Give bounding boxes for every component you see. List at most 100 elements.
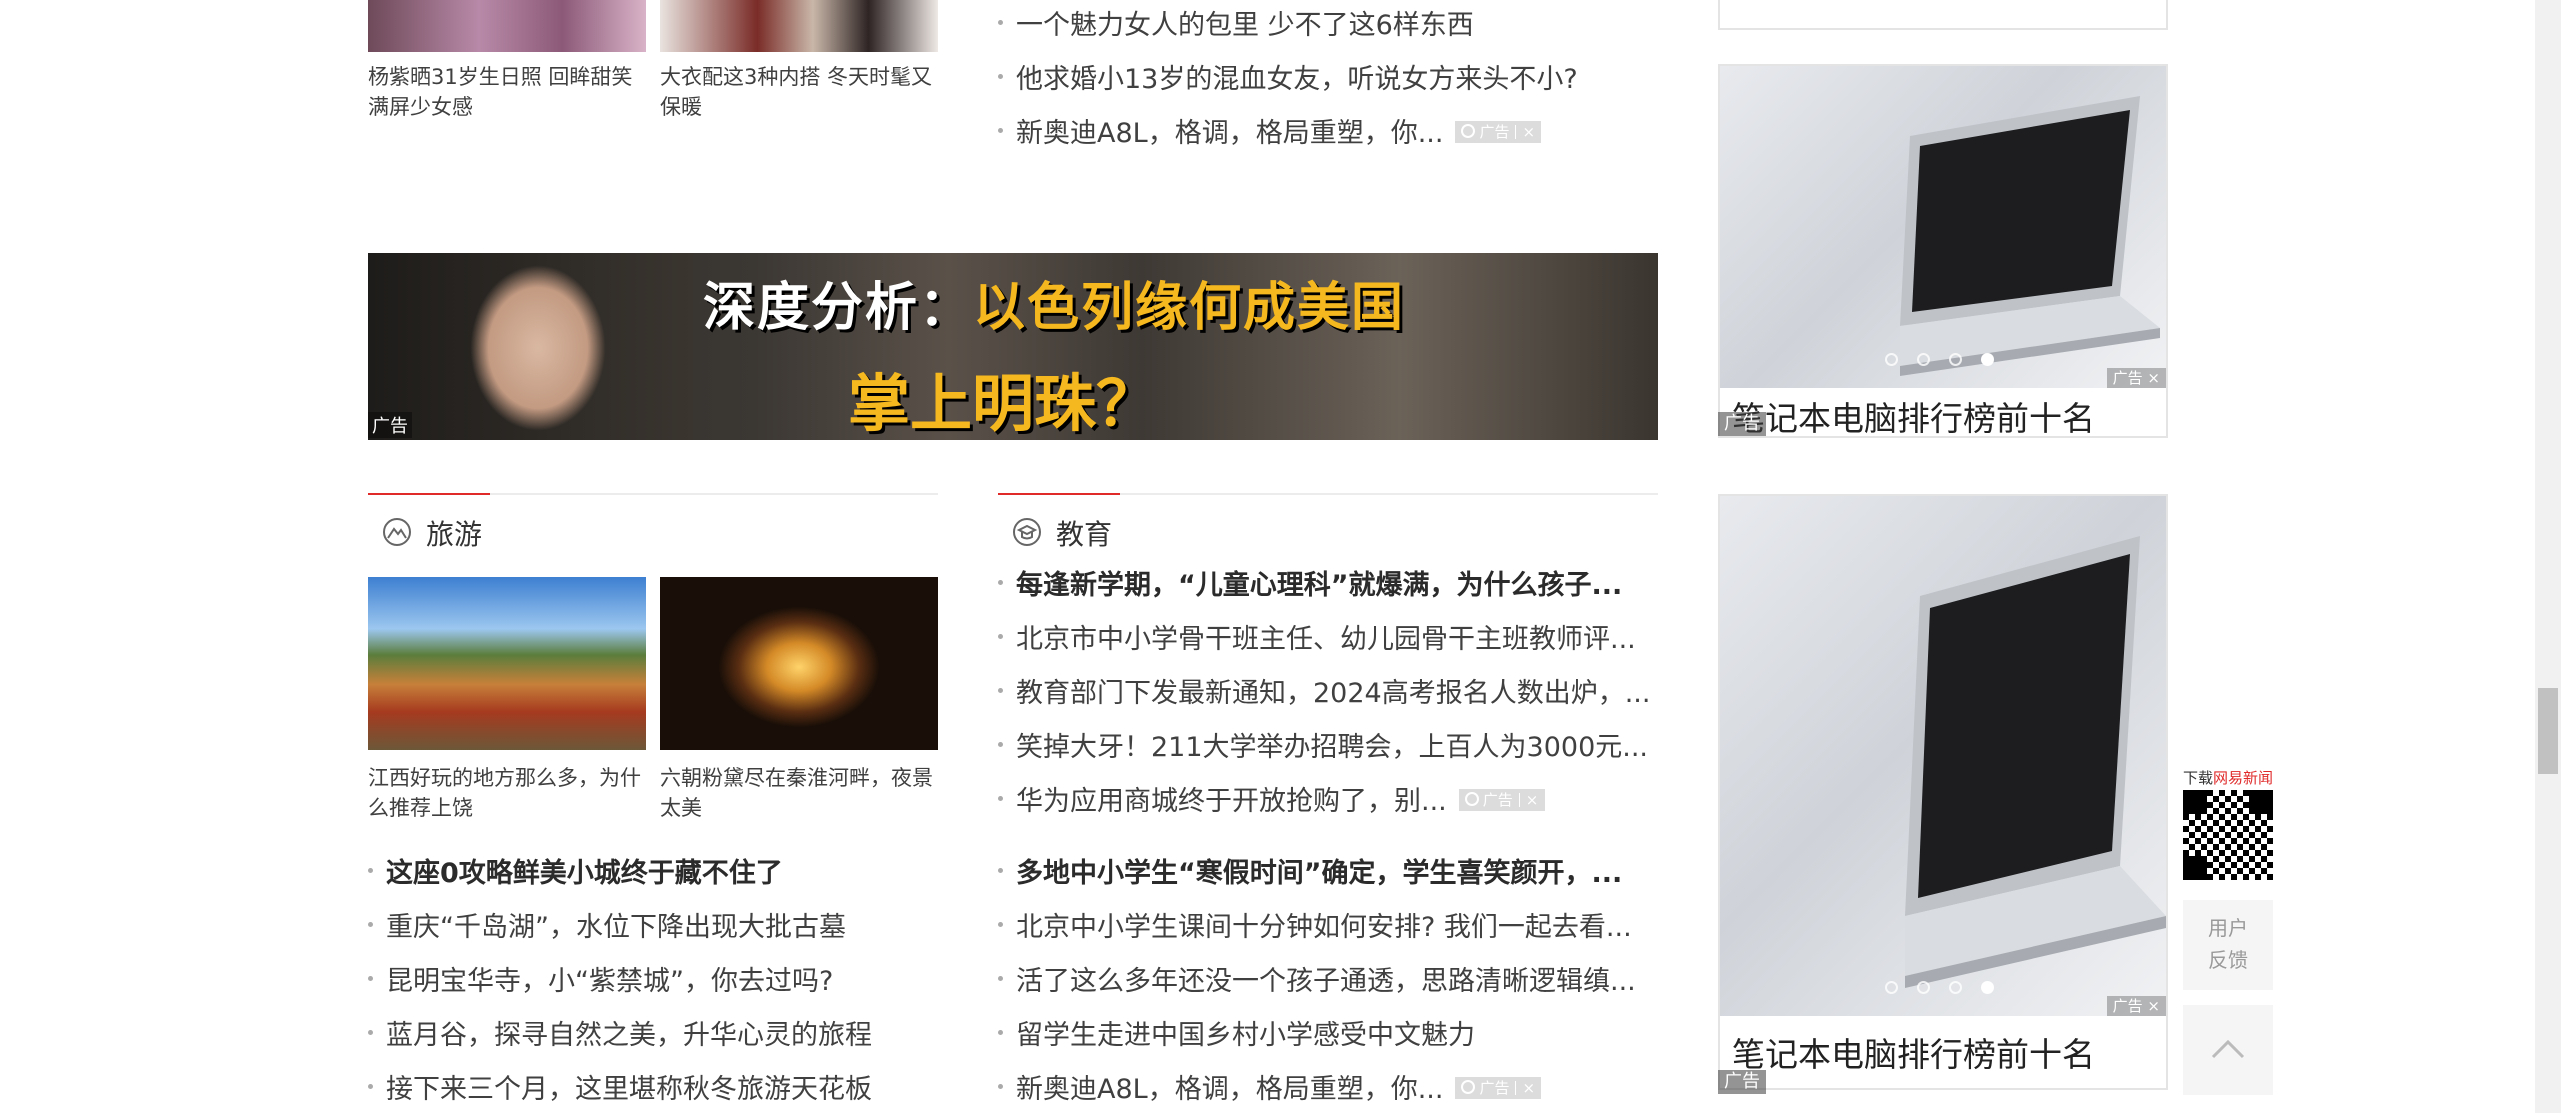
qr-code [2183,790,2273,880]
ad-badge[interactable]: 广告 × [1458,788,1545,811]
list-item-text: 留学生走进中国乡村小学感受中文魅力 [1016,1020,1475,1051]
slider-dot[interactable] [1917,981,1930,994]
ad-badge-label: 广告 [1479,122,1510,141]
list-item[interactable]: 这座0攻略鲜美小城终于藏不住了 [368,854,783,894]
back-to-top-button[interactable] [2183,1005,2273,1095]
slider-dot-active[interactable] [1981,353,1994,366]
list-item-text: 重庆“千岛湖”，水位下降出现大批古墓 [386,912,846,943]
list-item-text: 教育部门下发最新通知，2024高考报名人数出炉，... [1016,678,1651,709]
slider-dot[interactable] [1885,981,1898,994]
scrollbar-track[interactable] [2535,0,2561,1113]
list-item[interactable]: 接下来三个月，这里堪称秋冬旅游天花板 [368,1070,872,1110]
list-item[interactable]: 教育部门下发最新通知，2024高考报名人数出炉，... [998,674,1650,714]
slider-dots[interactable] [1885,351,2013,370]
list-item-text: 北京中小学生课间十分钟如何安排? 我们一起去看... [1016,912,1632,943]
card-ad-label: 广告 [1718,412,1766,436]
feedback-line-2: 反馈 [2208,948,2248,972]
ad-badge-divider [1515,1081,1517,1095]
close-icon[interactable]: × [1522,1079,1535,1097]
card-title[interactable]: 笔记本电脑排行榜前十名 [1732,392,2095,440]
banner-subline: 掌上明珠？ [848,367,1159,440]
education-section-header: 教育 [998,493,1658,551]
slider-dot[interactable] [1949,353,1962,366]
scrollbar-thumb[interactable] [2538,688,2558,774]
travel-thumb-1[interactable] [368,577,646,750]
qr-label: 下载网易新闻 [2183,768,2275,788]
qr-label-brand: 网易新闻 [2213,769,2274,787]
fashion-caption-2[interactable]: 大衣配这3种内搭 冬天时髦又保暖 [660,62,938,122]
banner-portrait [368,253,693,440]
bullet [368,922,373,927]
list-item[interactable]: 北京中小学生课间十分钟如何安排? 我们一起去看... [998,908,1632,948]
fashion-caption-1[interactable]: 杨紫晒31岁生日照 回眸甜笑满屏少女感 [368,62,646,122]
ad-badge-divider [1518,793,1520,807]
travel-caption-1[interactable]: 江西好玩的地方那么多，为什么推荐上饶 [368,763,646,823]
app-download-qr[interactable]: 下载网易新闻 [2183,768,2275,880]
bullet [998,688,1003,693]
fashion-thumb-2[interactable] [660,0,938,52]
slider-dot[interactable] [1949,981,1962,994]
list-item-text: 新奥迪A8L，格调，格局重塑，你... [1016,118,1444,149]
list-item[interactable]: 多地中小学生“寒假时间”确定，学生喜笑颜开，... [998,854,1622,894]
sidebar-ad-card-2[interactable]: 广告 × 笔记本电脑排行榜前十名 广告 [1718,494,2168,1094]
bullet [998,1030,1003,1035]
list-item[interactable]: 他求婚小13岁的混血女友，听说女方来头不小? [998,60,1578,100]
list-item-text: 蓝月谷，探寻自然之美，升华心灵的旅程 [386,1020,872,1051]
ad-info-icon [1464,792,1479,806]
travel-caption-2[interactable]: 六朝粉黛尽在秦淮河畔，夜景太美 [660,763,938,823]
ad-badge-label: 广告 [1479,1078,1510,1097]
section-title[interactable]: 教育 [1056,513,1112,553]
list-item-text: 华为应用商城终于开放抢购了，别... [1016,786,1447,817]
list-item[interactable]: 昆明宝华寺，小“紫禁城”，你去过吗? [368,962,833,1002]
bullet [998,74,1003,79]
card-ad-badge[interactable]: 广告 × [2106,996,2166,1016]
sidebar-ad-card-1[interactable]: 广告 × 笔记本电脑排行榜前十名 广告 [1718,64,2168,438]
qr-label-prefix: 下载 [2183,769,2214,787]
bullet [998,580,1003,585]
ad-badge[interactable]: 广告 × [1455,120,1542,143]
list-item[interactable]: 北京市中小学骨干班主任、幼儿园骨干主班教师评... [998,620,1636,660]
section-title[interactable]: 旅游 [426,513,482,553]
list-item-ad[interactable]: 华为应用商城终于开放抢购了，别... 广告 × [998,782,1545,822]
list-item-text: 活了这么多年还没一个孩子通透，思路清晰逻辑缜... [1016,966,1636,997]
list-item[interactable]: 重庆“千岛湖”，水位下降出现大批古墓 [368,908,846,948]
list-item[interactable]: 活了这么多年还没一个孩子通透，思路清晰逻辑缜... [998,962,1636,1002]
slider-dot[interactable] [1885,353,1898,366]
close-icon[interactable]: × [1526,791,1539,809]
fashion-thumb-1[interactable] [368,0,646,52]
bullet [998,796,1003,801]
bullet [368,976,373,981]
bullet [998,128,1003,133]
travel-thumb-2[interactable] [660,577,938,750]
banner-ad[interactable]: 深度分析：以色列缘何成美国 掌上明珠？ 广告 [368,253,1658,440]
list-item[interactable]: 一个魅力女人的包里 少不了这6样东西 [998,6,1474,46]
banner-headline-prefix: 深度分析： [703,278,974,338]
close-icon[interactable]: × [2147,997,2160,1015]
chevron-up-icon [2211,1039,2245,1059]
slider-dots[interactable] [1885,979,2013,998]
bullet [998,634,1003,639]
ad-info-icon [1461,1080,1476,1094]
list-item-ad[interactable]: 新奥迪A8L，格调，格局重塑，你... 广告 × [998,1070,1542,1110]
list-item[interactable]: 笑掉大牙！211大学举办招聘会，上百人为3000元... [998,728,1648,768]
list-item[interactable]: 留学生走进中国乡村小学感受中文魅力 [998,1016,1475,1056]
card-title[interactable]: 笔记本电脑排行榜前十名 [1732,1028,2095,1076]
list-item[interactable]: 蓝月谷，探寻自然之美，升华心灵的旅程 [368,1016,872,1056]
list-item-text: 一个魅力女人的包里 少不了这6样东西 [1016,10,1474,41]
close-icon[interactable]: × [1522,123,1535,141]
slider-dot[interactable] [1917,353,1930,366]
close-icon[interactable]: × [2147,369,2160,387]
laptop-image: 广告 × [1720,66,2166,388]
list-item-text: 北京市中小学骨干班主任、幼儿园骨干主班教师评... [1016,624,1636,655]
card-ad-badge[interactable]: 广告 × [2106,368,2166,388]
feedback-button[interactable]: 用户 反馈 [2183,900,2273,990]
ad-badge[interactable]: 广告 × [1455,1076,1542,1099]
bullet [368,868,373,873]
sidebar-top-remnant [1718,0,2168,30]
list-item-text: 笑掉大牙！211大学举办招聘会，上百人为3000元... [1016,732,1648,763]
list-item-ad[interactable]: 新奥迪A8L，格调，格局重塑，你... 广告 × [998,114,1542,154]
laptop-image: 广告 × [1720,496,2166,1016]
slider-dot-active[interactable] [1981,981,1994,994]
list-item-text: 他求婚小13岁的混血女友，听说女方来头不小? [1016,64,1578,95]
list-item[interactable]: 每逢新学期，“儿童心理科”就爆满，为什么孩子... [998,566,1622,606]
